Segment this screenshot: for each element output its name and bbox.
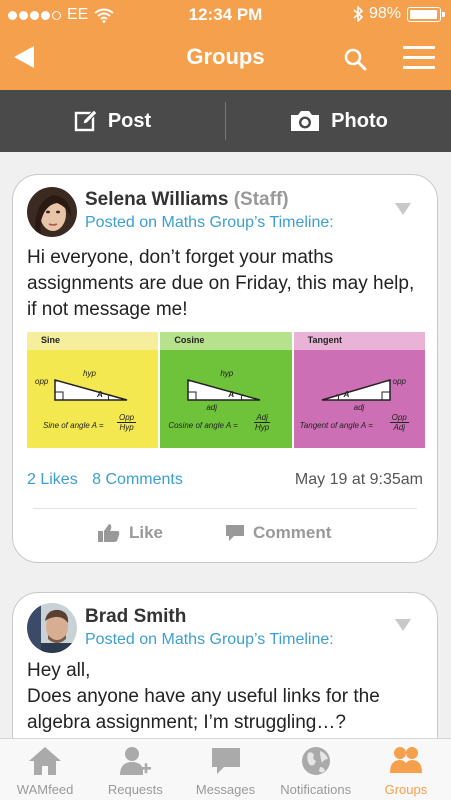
post-text-line: Hey all, <box>27 660 91 681</box>
action-bar: Post Photo <box>0 90 451 152</box>
tab-label: Messages <box>195 782 256 797</box>
opp-label: opp <box>392 377 407 386</box>
fraction-denominator: Adj <box>393 423 405 432</box>
author-name[interactable]: Selena Williams (Staff) <box>85 189 289 211</box>
hyp-label: hyp <box>83 369 96 378</box>
tangent-panel: Tangent opp A adj Tangent of angle A = O… <box>293 332 425 448</box>
add-user-icon <box>120 747 152 775</box>
angle-label: A <box>228 390 235 399</box>
formula-fraction: Adj Hyp <box>254 413 270 432</box>
hamburger-menu-icon[interactable] <box>403 46 435 72</box>
tangent-triangle <box>321 378 391 401</box>
chevron-down-icon[interactable] <box>395 619 411 631</box>
tab-label: Groups <box>384 782 428 797</box>
thumbs-up-icon <box>98 524 120 542</box>
formula-fraction: Opp Hyp <box>117 413 137 432</box>
search-icon[interactable] <box>343 47 367 71</box>
camera-icon <box>291 111 320 131</box>
like-button[interactable]: Like <box>97 519 163 547</box>
cosine-panel: Cosine hyp A adj Cosine of angle A = Adj… <box>160 332 292 448</box>
chevron-down-icon[interactable] <box>395 203 411 215</box>
battery-level <box>410 9 438 19</box>
opp-label: opp <box>35 377 49 386</box>
tangent-heading: Tangent <box>293 332 425 350</box>
author-role: (Staff) <box>233 189 289 210</box>
post-card: Brad Smith Posted on Maths Group’s Timel… <box>12 592 438 738</box>
tab-groups[interactable]: Groups <box>361 739 451 800</box>
tab-requests[interactable]: Requests <box>90 739 180 800</box>
sine-heading: Sine <box>27 332 159 350</box>
post-text: Hi everyone, don’t forget your maths ass… <box>27 247 415 320</box>
formula-text: Cosine of angle A = <box>168 421 238 430</box>
fraction-denominator: Hyp <box>254 423 270 432</box>
tab-wamfeed[interactable]: WAMfeed <box>0 739 90 800</box>
posted-on-link[interactable]: Posted on Maths Group’s Timeline: <box>85 631 334 649</box>
trig-attachment-image[interactable]: Sine opp hyp A Sine of angle A = Opp Hyp <box>27 332 425 448</box>
tab-label: Notifications <box>280 782 352 797</box>
group-icon <box>389 747 422 773</box>
cosine-heading: Cosine <box>160 332 292 350</box>
comment-icon <box>226 525 244 541</box>
formula-text: Sine of angle A = <box>43 421 104 430</box>
battery-percent: 98% <box>368 5 401 22</box>
post-date: May 19 at 9:35am <box>294 471 423 488</box>
fraction-numerator: Adj <box>254 413 270 423</box>
avatar[interactable] <box>27 603 77 653</box>
battery-icon <box>407 6 445 22</box>
cosine-triangle <box>187 379 261 401</box>
fraction-numerator: Opp <box>117 413 137 423</box>
angle-label: A <box>97 390 103 399</box>
compose-icon <box>74 109 98 132</box>
posted-on-link[interactable]: Posted on Maths Group’s Timeline: <box>85 214 334 232</box>
comment-label: Comment <box>253 523 332 542</box>
like-label: Like <box>129 523 164 542</box>
post-button[interactable]: Post <box>0 90 225 152</box>
formula-fraction: Opp Adj <box>389 413 409 432</box>
formula-text: Tangent of angle A = <box>299 421 373 430</box>
adj-label: adj <box>206 403 218 412</box>
avatar[interactable] <box>27 187 77 237</box>
status-right: 98% <box>353 5 445 23</box>
author-name-text: Selena Williams <box>85 189 229 210</box>
tab-label: WAMfeed <box>16 782 74 797</box>
likes-link[interactable]: 2 Likes <box>27 471 78 488</box>
sine-panel: Sine opp hyp A Sine of angle A = Opp Hyp <box>27 332 159 448</box>
sine-triangle <box>54 379 128 401</box>
globe-icon <box>301 747 330 775</box>
speech-bubble-icon <box>211 748 240 774</box>
bluetooth-icon <box>353 6 363 22</box>
post-text: Hey all, Does anyone have any useful lin… <box>27 658 423 736</box>
tab-label: Requests <box>107 782 163 797</box>
divider <box>33 508 417 509</box>
photo-label: Photo <box>331 109 388 132</box>
fraction-numerator: Opp <box>389 413 409 423</box>
tab-bar: WAMfeed Requests Messages Notifications <box>0 738 451 800</box>
feed[interactable]: Selena Williams (Staff) Posted on Maths … <box>0 152 451 738</box>
hyp-label: hyp <box>220 369 234 378</box>
tab-notifications[interactable]: Notifications <box>271 739 361 800</box>
home-icon <box>29 747 62 775</box>
fraction-denominator: Hyp <box>119 423 134 432</box>
post-text-line: Does anyone have any useful links for th… <box>27 686 380 733</box>
angle-label: A <box>343 390 350 399</box>
photo-button[interactable]: Photo <box>226 90 451 152</box>
comments-link[interactable]: 8 Comments <box>92 471 183 488</box>
post-card: Selena Williams (Staff) Posted on Maths … <box>12 174 438 563</box>
comment-button[interactable]: Comment <box>225 519 331 547</box>
post-stats: 2 Likes 8 Comments May 19 at 9:35am <box>27 471 423 495</box>
author-name[interactable]: Brad Smith <box>85 606 186 628</box>
page-title: Groups <box>186 44 265 69</box>
post-label: Post <box>107 109 152 132</box>
adj-label: adj <box>353 403 365 412</box>
tab-messages[interactable]: Messages <box>180 739 270 800</box>
top-bar: EE 12:34 PM 98% Groups <box>0 0 451 90</box>
status-bar: EE 12:34 PM 98% <box>0 0 451 30</box>
